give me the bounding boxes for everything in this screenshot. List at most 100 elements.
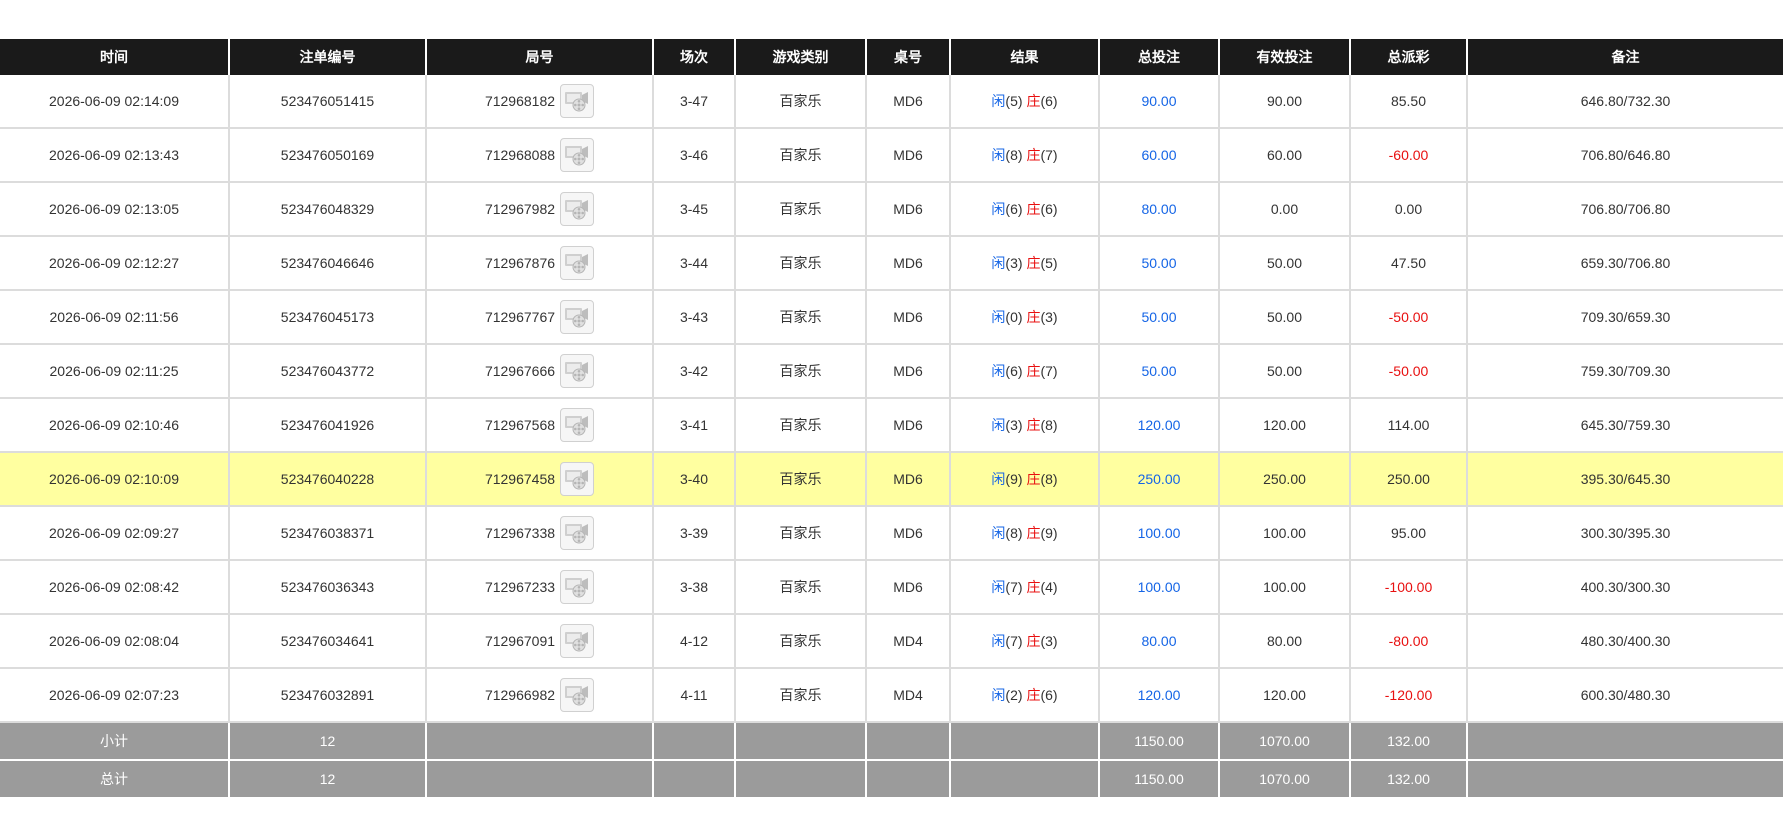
result-banker-score: (3) — [1040, 633, 1058, 649]
footer-empty — [425, 722, 653, 761]
table-row: 2026-06-09 02:08:42 523476036343 712967233… — [0, 560, 1783, 615]
film-reel-icon[interactable] — [560, 516, 595, 550]
table-row: 2026-06-09 02:07:23 523476032891 712966982… — [0, 668, 1783, 723]
film-reel-icon[interactable] — [560, 408, 595, 442]
cell-payout: 95.00 — [1349, 506, 1467, 561]
round-id-text: 712968088 — [484, 147, 556, 163]
cell-note: 395.30/645.30 — [1466, 452, 1783, 507]
result-banker-score: (6) — [1040, 687, 1058, 703]
col-header-bet-id: 注单编号 — [228, 39, 426, 75]
cell-payout: -120.00 — [1349, 668, 1467, 723]
round-id-text: 712966982 — [484, 687, 556, 703]
result-player-score: (2) — [1005, 687, 1023, 703]
cell-bet-id: 523476050169 — [228, 128, 426, 183]
cell-note: 400.30/300.30 — [1466, 560, 1783, 615]
result-banker-label: 庄 — [1026, 633, 1041, 649]
footer-total-bet: 1150.00 — [1098, 760, 1219, 799]
cell-table-no: MD6 — [865, 344, 950, 399]
result-banker-label: 庄 — [1026, 687, 1041, 703]
subtotal-row: 小计 12 1150.00 1070.00 132.00 — [0, 722, 1783, 761]
footer-empty — [865, 722, 950, 761]
film-reel-icon[interactable] — [560, 300, 595, 334]
result-player-label: 闲 — [991, 471, 1006, 487]
film-reel-icon[interactable] — [560, 138, 595, 172]
cell-round-id: 712967876 — [425, 236, 653, 291]
cell-round-id: 712967458 — [425, 452, 653, 507]
result-player-label: 闲 — [991, 633, 1006, 649]
film-reel-icon[interactable] — [560, 570, 595, 604]
film-reel-icon[interactable] — [560, 246, 595, 280]
cell-valid-bet: 60.00 — [1218, 128, 1350, 183]
cell-game-type: 百家乐 — [734, 398, 866, 453]
cell-time: 2026-06-09 02:08:04 — [0, 614, 229, 669]
cell-game-type: 百家乐 — [734, 344, 866, 399]
film-reel-icon[interactable] — [560, 462, 595, 496]
cell-valid-bet: 100.00 — [1218, 506, 1350, 561]
footer-empty — [652, 760, 735, 799]
table-row: 2026-06-09 02:09:27 523476038371 712967338… — [0, 506, 1783, 561]
cell-valid-bet: 100.00 — [1218, 560, 1350, 615]
cell-valid-bet: 0.00 — [1218, 182, 1350, 237]
result-banker-score: (6) — [1040, 93, 1058, 109]
footer-empty — [1466, 722, 1783, 761]
cell-session: 3-45 — [652, 182, 735, 237]
film-reel-icon[interactable] — [560, 84, 595, 118]
film-reel-icon[interactable] — [560, 678, 595, 712]
cell-round-id: 712967568 — [425, 398, 653, 453]
cell-round-id: 712968088 — [425, 128, 653, 183]
cell-note: 480.30/400.30 — [1466, 614, 1783, 669]
table-row: 2026-06-09 02:10:46 523476041926 712967568… — [0, 398, 1783, 453]
cell-valid-bet: 250.00 — [1218, 452, 1350, 507]
cell-session: 3-42 — [652, 344, 735, 399]
result-banker-score: (7) — [1040, 363, 1058, 379]
footer-count: 12 — [228, 722, 426, 761]
table-row: 2026-06-09 02:10:09 523476040228 712967458… — [0, 452, 1783, 507]
footer-payout: 132.00 — [1349, 760, 1467, 799]
cell-session: 4-11 — [652, 668, 735, 723]
result-player-score: (7) — [1005, 633, 1023, 649]
table-row: 2026-06-09 02:13:43 523476050169 712968088… — [0, 128, 1783, 183]
cell-table-no: MD4 — [865, 614, 950, 669]
result-banker-score: (3) — [1040, 309, 1058, 325]
cell-session: 3-39 — [652, 506, 735, 561]
footer-empty — [865, 760, 950, 799]
result-banker-label: 庄 — [1026, 147, 1041, 163]
film-reel-icon[interactable] — [560, 192, 595, 226]
cell-note: 646.80/732.30 — [1466, 75, 1783, 129]
result-player-label: 闲 — [991, 363, 1006, 379]
cell-session: 3-44 — [652, 236, 735, 291]
footer-empty — [734, 760, 866, 799]
cell-session: 3-41 — [652, 398, 735, 453]
cell-note: 759.30/709.30 — [1466, 344, 1783, 399]
result-player-label: 闲 — [991, 201, 1006, 217]
film-reel-icon[interactable] — [560, 354, 595, 388]
cell-total-bet: 120.00 — [1098, 398, 1219, 453]
cell-table-no: MD6 — [865, 398, 950, 453]
cell-valid-bet: 120.00 — [1218, 398, 1350, 453]
cell-total-bet: 250.00 — [1098, 452, 1219, 507]
footer-payout: 132.00 — [1349, 722, 1467, 761]
round-id-text: 712967876 — [484, 255, 556, 271]
cell-valid-bet: 50.00 — [1218, 344, 1350, 399]
cell-note: 300.30/395.30 — [1466, 506, 1783, 561]
cell-total-bet: 120.00 — [1098, 668, 1219, 723]
cell-valid-bet: 90.00 — [1218, 75, 1350, 129]
result-player-score: (7) — [1005, 579, 1023, 595]
cell-round-id: 712966982 — [425, 668, 653, 723]
round-id-text: 712967982 — [484, 201, 556, 217]
cell-table-no: MD6 — [865, 182, 950, 237]
cell-game-type: 百家乐 — [734, 614, 866, 669]
result-banker-score: (8) — [1040, 417, 1058, 433]
cell-total-bet: 80.00 — [1098, 182, 1219, 237]
cell-time: 2026-06-09 02:09:27 — [0, 506, 229, 561]
result-banker-score: (5) — [1040, 255, 1058, 271]
cell-session: 3-38 — [652, 560, 735, 615]
footer-empty — [734, 722, 866, 761]
cell-total-bet: 100.00 — [1098, 560, 1219, 615]
cell-valid-bet: 50.00 — [1218, 236, 1350, 291]
col-header-time: 时间 — [0, 39, 229, 75]
cell-bet-id: 523476038371 — [228, 506, 426, 561]
col-header-total-bet: 总投注 — [1098, 39, 1219, 75]
cell-result: 闲(7) 庄(3) — [949, 614, 1099, 669]
film-reel-icon[interactable] — [560, 624, 595, 658]
